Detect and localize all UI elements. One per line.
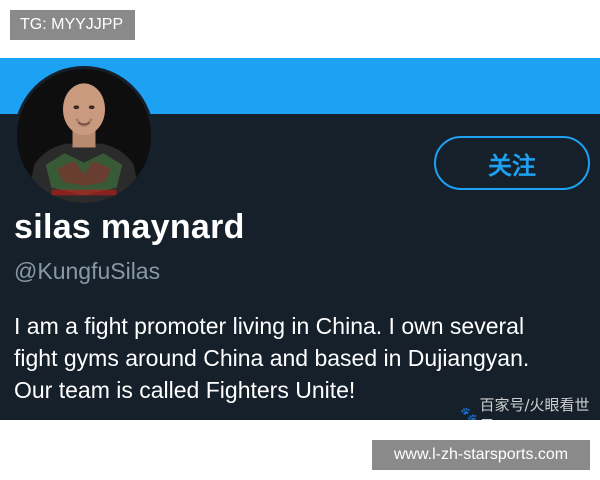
profile-avatar[interactable] — [14, 66, 154, 206]
bio-line: I am a fight promoter living in China. I… — [14, 313, 525, 339]
profile-card: 关注 silas maynard @KungfuSilas I am a fig… — [0, 58, 600, 420]
paw-icon: 🐾 — [460, 407, 478, 420]
follow-button[interactable]: 关注 — [434, 136, 590, 190]
watermark: 🐾 百家号/火眼看世界 — [460, 394, 600, 420]
display-name: silas maynard — [14, 208, 245, 246]
profile-bio: I am a fight promoter living in China. I… — [14, 310, 594, 406]
watermark-text: 百家号/火眼看世界 — [479, 396, 590, 420]
avatar-photo-icon — [17, 69, 151, 203]
bio-line: fight gyms around China and based in Duj… — [14, 345, 530, 371]
site-url-label: www.l-zh-starsports.com — [372, 440, 590, 470]
tg-label: TG: MYYJJPP — [10, 10, 135, 40]
user-handle[interactable]: @KungfuSilas — [14, 258, 160, 285]
